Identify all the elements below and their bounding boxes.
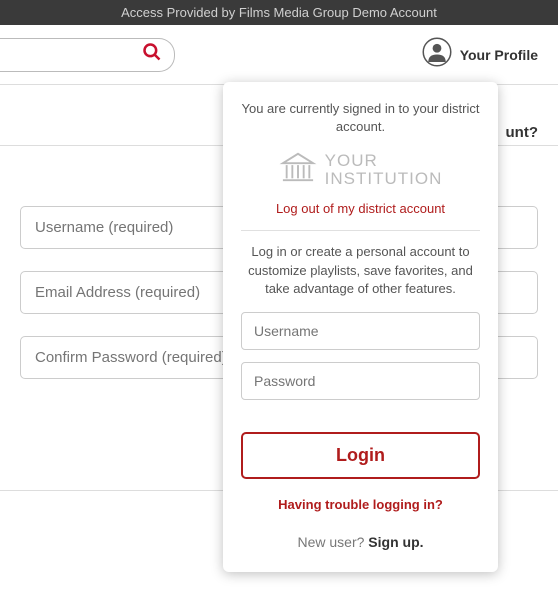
signed-in-message: You are currently signed in to your dist… <box>241 100 480 136</box>
partial-heading: unt? <box>506 124 538 141</box>
popup-divider <box>241 230 480 231</box>
institution-icon <box>279 150 317 189</box>
header-row: Your Profile <box>0 25 558 84</box>
profile-popup: You are currently signed in to your dist… <box>223 82 498 572</box>
institution-text: YOUR INSTITUTION <box>325 152 443 188</box>
login-username-field[interactable] <box>241 312 480 350</box>
new-user-prefix: New user? <box>297 534 368 550</box>
trouble-logging-in-link[interactable]: Having trouble logging in? <box>241 497 480 512</box>
login-password-field[interactable] <box>241 362 480 400</box>
search-icon[interactable] <box>142 42 162 67</box>
new-user-line: New user? Sign up. <box>241 534 480 550</box>
login-button[interactable]: Login <box>241 432 480 479</box>
logout-link[interactable]: Log out of my district account <box>241 201 480 216</box>
signup-link[interactable]: Sign up. <box>368 534 423 550</box>
user-icon <box>422 37 452 72</box>
access-banner: Access Provided by Films Media Group Dem… <box>0 0 558 25</box>
profile-label: Your Profile <box>460 47 538 63</box>
search-input[interactable] <box>22 47 142 63</box>
profile-area[interactable]: Your Profile <box>422 37 538 72</box>
login-info-message: Log in or create a personal account to c… <box>241 243 480 298</box>
institution-logo: YOUR INSTITUTION <box>241 150 480 189</box>
search-box[interactable] <box>0 38 175 72</box>
